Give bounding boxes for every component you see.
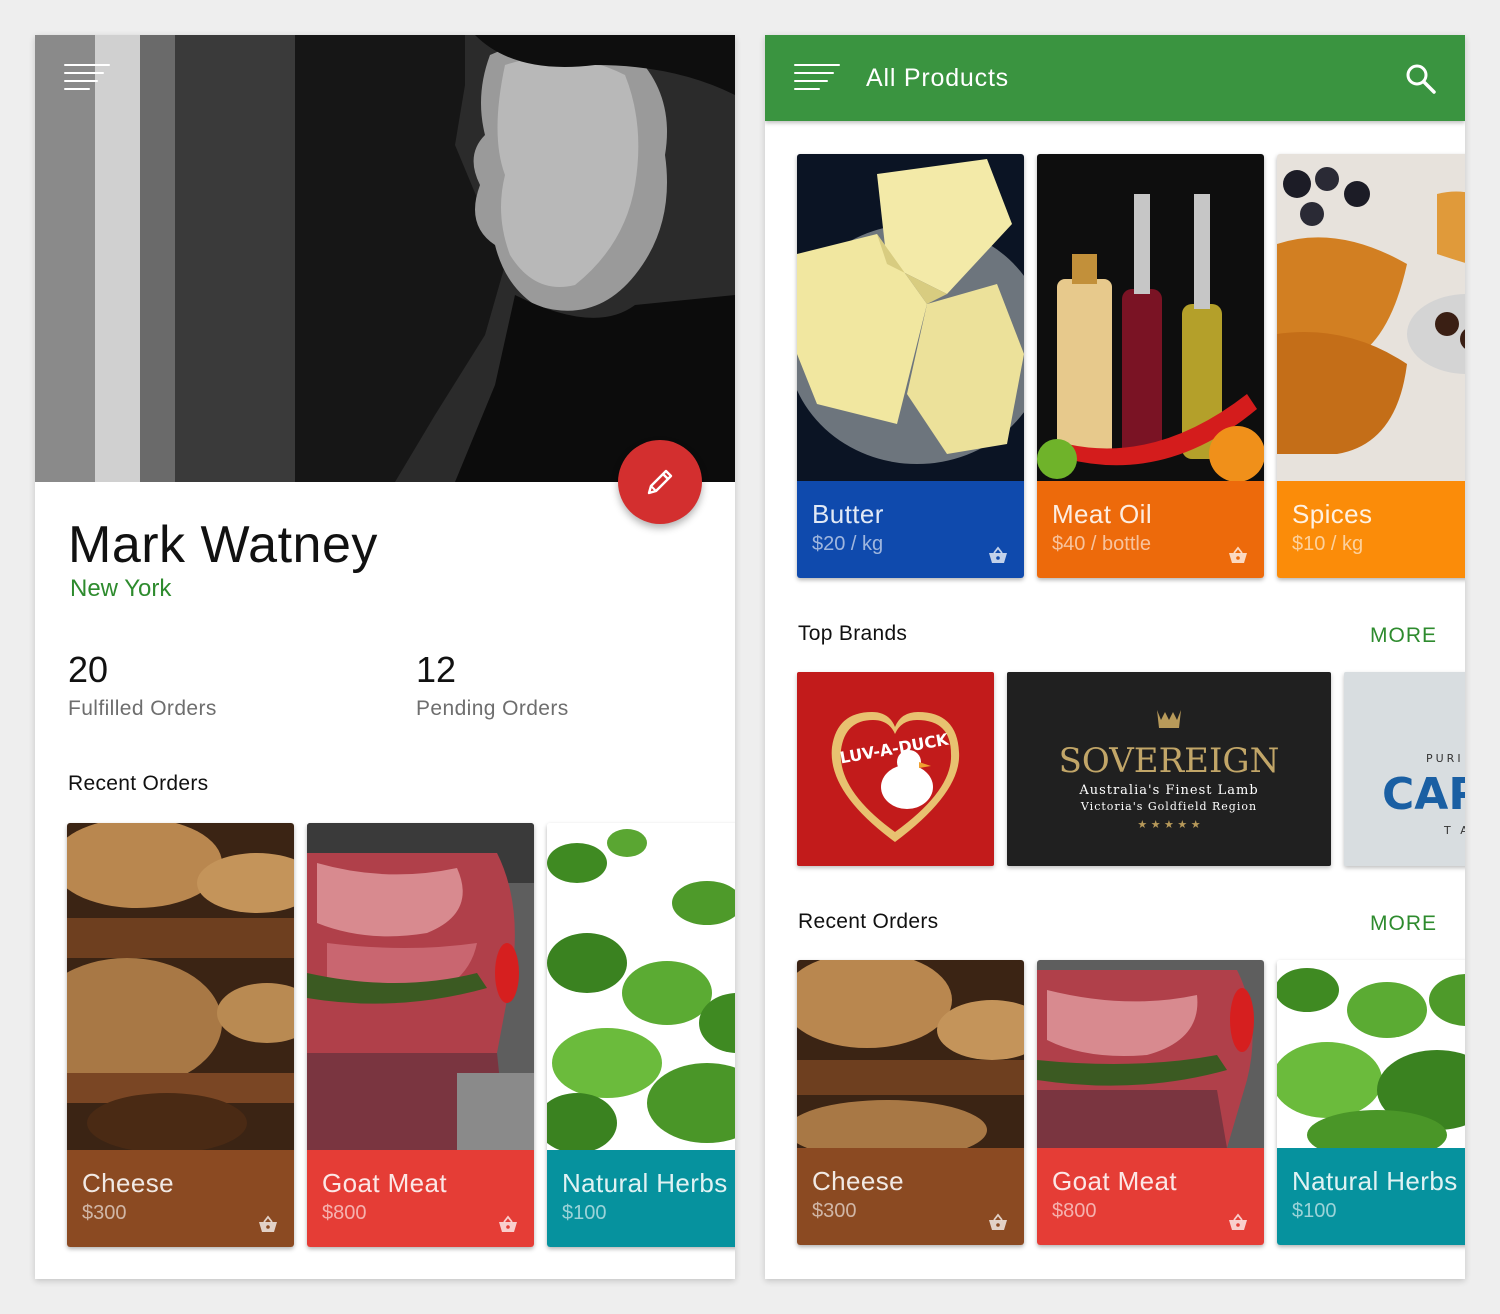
recent-orders-title: Recent Orders bbox=[68, 772, 209, 795]
cheese-image bbox=[67, 823, 294, 1150]
brand-luv-a-duck[interactable]: LUV-A-DUCK bbox=[797, 672, 994, 866]
sovereign-region: Victoria's Goldfield Region bbox=[1080, 800, 1257, 813]
order-card-natural-herbs[interactable]: Natural Herbs $100 bbox=[547, 823, 735, 1247]
menu-sort-icon[interactable] bbox=[794, 62, 842, 98]
cheese-image bbox=[797, 960, 1024, 1148]
order-card-footer: Goat Meat $800 bbox=[1037, 1148, 1264, 1245]
product-card-footer: Butter $20 / kg bbox=[797, 481, 1024, 578]
sovereign-logo: SOVEREIGN Australia's Finest Lamb Victor… bbox=[1059, 710, 1280, 831]
product-card-footer: Meat Oil $40 / bottle bbox=[1037, 481, 1264, 578]
pending-orders-label: Pending Orders bbox=[416, 697, 569, 720]
profile-city: New York bbox=[70, 575, 172, 602]
recent-orders-more-link[interactable]: MORE bbox=[1370, 912, 1437, 936]
sovereign-wordmark: SOVEREIGN bbox=[1059, 741, 1280, 781]
fulfilled-orders-label: Fulfilled Orders bbox=[68, 697, 217, 720]
cap-bottom-text: T A bbox=[1443, 824, 1465, 837]
order-card-footer: Cheese $300 bbox=[797, 1148, 1024, 1245]
product-name: Goat Meat bbox=[322, 1168, 447, 1198]
recent-orders-title: Recent Orders bbox=[798, 910, 939, 933]
product-name: Spices bbox=[1292, 499, 1373, 529]
product-name: Natural Herbs bbox=[1292, 1166, 1458, 1196]
store-screen: All Products Butter $20 / kg Meat Oil $4… bbox=[765, 35, 1465, 1279]
order-card-goat-meat[interactable]: Goat Meat $800 bbox=[307, 823, 534, 1247]
order-card-footer: Natural Herbs $100 bbox=[1277, 1148, 1465, 1245]
cap-wordmark: CAP bbox=[1382, 769, 1465, 820]
basket-icon[interactable] bbox=[258, 1215, 278, 1233]
basket-icon[interactable] bbox=[1228, 1213, 1248, 1231]
luv-a-duck-logo: LUV-A-DUCK bbox=[831, 712, 960, 842]
fulfilled-orders-count: 20 bbox=[68, 649, 109, 690]
product-name: Goat Meat bbox=[1052, 1166, 1177, 1196]
edit-profile-button[interactable] bbox=[618, 440, 702, 524]
basket-icon[interactable] bbox=[1228, 546, 1248, 564]
natural-herbs-image bbox=[547, 823, 735, 1150]
profile-cover-photo bbox=[35, 35, 735, 482]
top-brands-title: Top Brands bbox=[798, 622, 908, 645]
order-card-cheese[interactable]: Cheese $300 bbox=[67, 823, 294, 1247]
app-bar: All Products bbox=[765, 35, 1465, 121]
cap-top-text: PURI bbox=[1426, 752, 1464, 765]
product-name: Natural Herbs bbox=[562, 1168, 728, 1198]
product-price: $10 / kg bbox=[1292, 533, 1364, 555]
product-price: $20 / kg bbox=[812, 533, 884, 555]
pending-orders-count: 12 bbox=[416, 649, 457, 690]
meat-oil-image bbox=[1037, 154, 1264, 481]
product-name: Meat Oil bbox=[1052, 499, 1153, 529]
product-name: Butter bbox=[812, 499, 884, 529]
goat-meat-image bbox=[1037, 960, 1264, 1148]
order-card-footer: Goat Meat $800 bbox=[307, 1150, 534, 1247]
menu-sort-icon[interactable] bbox=[64, 62, 112, 98]
product-card-butter[interactable]: Butter $20 / kg bbox=[797, 154, 1024, 578]
profile-name: Mark Watney bbox=[68, 516, 378, 574]
basket-icon[interactable] bbox=[988, 1213, 1008, 1231]
butter-image bbox=[797, 154, 1024, 481]
natural-herbs-image bbox=[1277, 960, 1465, 1148]
sovereign-stars: ★ ★ ★ ★ ★ bbox=[1137, 818, 1200, 831]
page-title: All Products bbox=[866, 64, 1009, 92]
order-card-natural-herbs[interactable]: Natural Herbs $100 bbox=[1277, 960, 1465, 1245]
product-card-spices[interactable]: Spices $10 / kg bbox=[1277, 154, 1465, 578]
top-brands-more-link[interactable]: MORE bbox=[1370, 624, 1437, 648]
order-card-cheese[interactable]: Cheese $300 bbox=[797, 960, 1024, 1245]
product-price: $800 bbox=[1052, 1200, 1097, 1222]
product-price: $100 bbox=[1292, 1200, 1337, 1222]
order-card-goat-meat[interactable]: Goat Meat $800 bbox=[1037, 960, 1264, 1245]
brand-cap[interactable]: PURI CAP T A bbox=[1344, 672, 1465, 866]
profile-screen: Mark Watney New York 20 Fulfilled Orders… bbox=[35, 35, 735, 1279]
order-card-footer: Cheese $300 bbox=[67, 1150, 294, 1247]
order-card-footer: Natural Herbs $100 bbox=[547, 1150, 735, 1247]
search-icon[interactable] bbox=[1405, 63, 1437, 95]
basket-icon[interactable] bbox=[988, 546, 1008, 564]
product-price: $300 bbox=[82, 1202, 127, 1224]
brand-sovereign[interactable]: SOVEREIGN Australia's Finest Lamb Victor… bbox=[1007, 672, 1331, 866]
sovereign-tagline: Australia's Finest Lamb bbox=[1078, 783, 1258, 798]
product-price: $40 / bottle bbox=[1052, 533, 1151, 555]
product-name: Cheese bbox=[812, 1166, 905, 1196]
product-card-footer: Spices $10 / kg bbox=[1277, 481, 1465, 578]
goat-meat-image bbox=[307, 823, 534, 1150]
product-price: $100 bbox=[562, 1202, 607, 1224]
pencil-icon bbox=[647, 469, 673, 495]
product-card-meat-oil[interactable]: Meat Oil $40 / bottle bbox=[1037, 154, 1264, 578]
product-price: $800 bbox=[322, 1202, 367, 1224]
product-price: $300 bbox=[812, 1200, 857, 1222]
spices-image bbox=[1277, 154, 1465, 481]
basket-icon[interactable] bbox=[498, 1215, 518, 1233]
product-name: Cheese bbox=[82, 1168, 175, 1198]
cap-logo: PURI CAP T A bbox=[1382, 752, 1465, 837]
portrait-photo bbox=[35, 35, 735, 482]
